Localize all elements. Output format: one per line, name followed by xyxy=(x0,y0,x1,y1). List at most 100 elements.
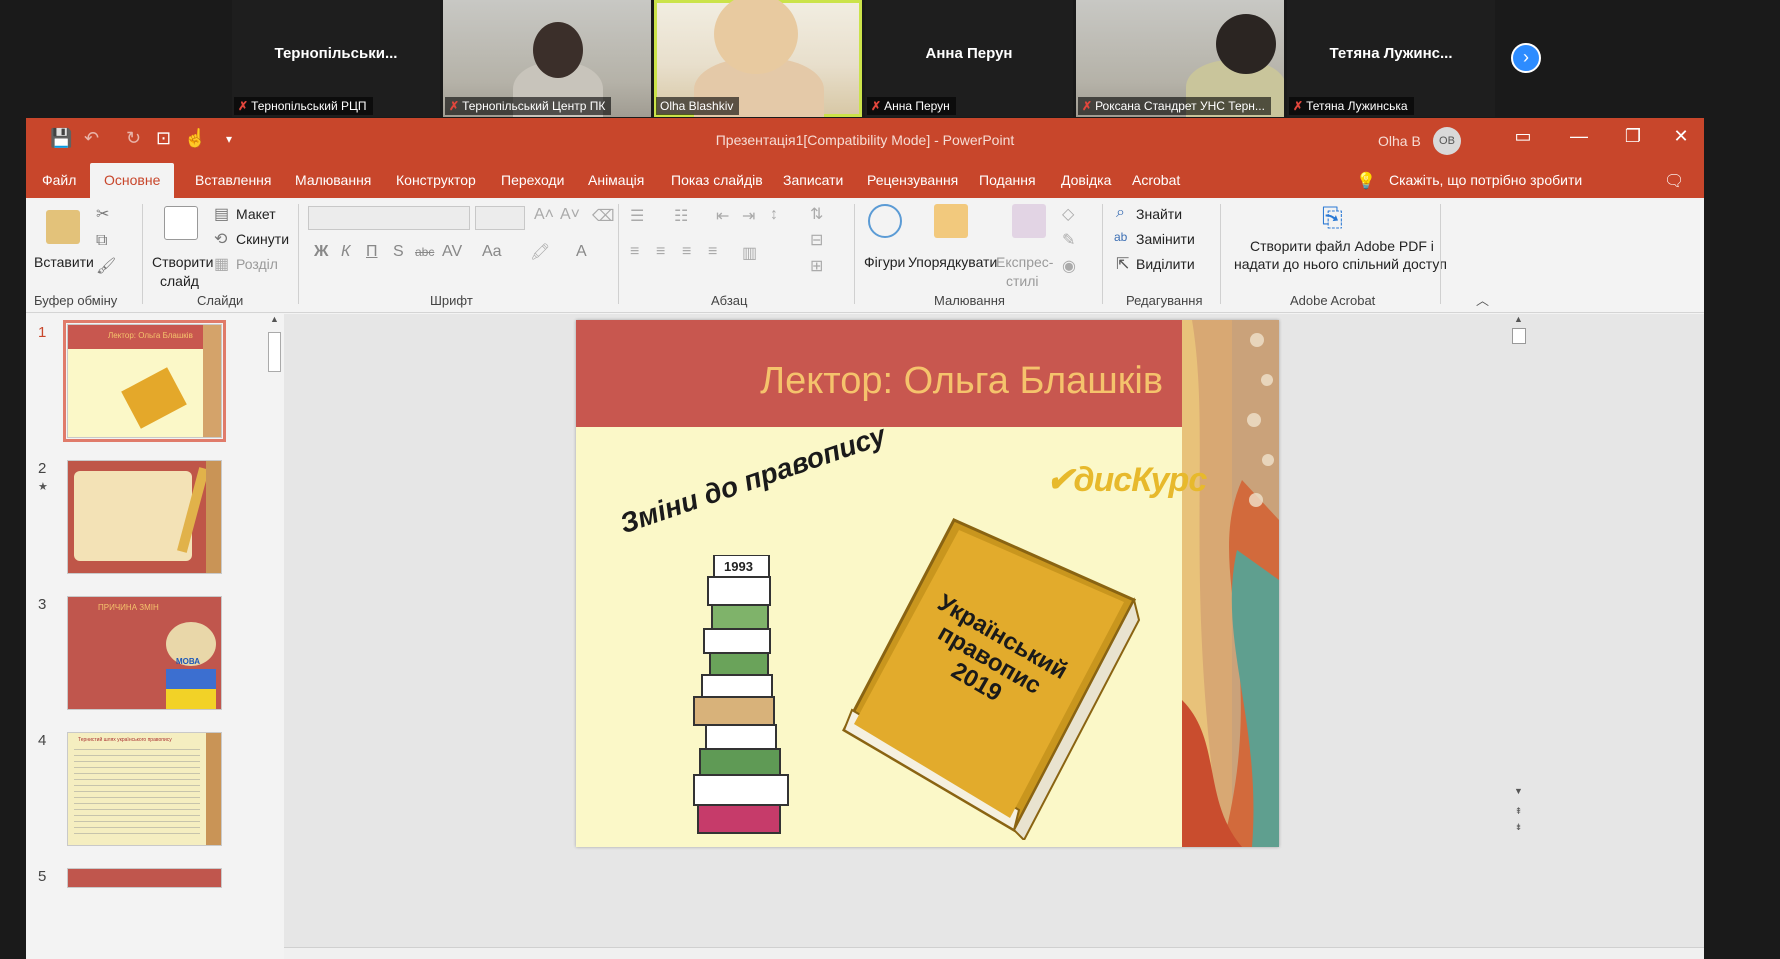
next-slide-icon[interactable]: ⇟ xyxy=(1510,822,1527,836)
bold-button[interactable]: Ж xyxy=(314,243,328,261)
quick-styles-icon[interactable] xyxy=(1012,204,1046,238)
align-right-icon[interactable]: ≡ xyxy=(682,243,691,261)
scroll-up-arrow-icon[interactable]: ▲ xyxy=(266,314,283,328)
format-painter-icon[interactable]: 🖌 xyxy=(96,256,116,276)
tab-draw[interactable]: Малювання xyxy=(281,163,385,198)
ribbon-display-options-icon[interactable]: ▭ xyxy=(1508,126,1538,147)
adobe-create-share-button[interactable]: Створити файл Adobe PDF і xyxy=(1250,238,1434,254)
decrease-indent-icon[interactable]: ⇤ xyxy=(716,206,729,226)
shape-outline-icon[interactable]: ✎ xyxy=(1062,230,1075,250)
replace-button[interactable]: Замінити xyxy=(1136,231,1195,247)
find-button[interactable]: Знайти xyxy=(1136,206,1182,222)
shapes-button[interactable]: Фігури xyxy=(864,254,905,270)
font-family-select[interactable] xyxy=(308,206,470,230)
comments-icon[interactable]: 🗨 xyxy=(1664,171,1684,191)
smartart-icon[interactable]: ⊞ xyxy=(810,256,823,276)
font-size-select[interactable] xyxy=(475,206,525,230)
line-spacing-icon[interactable]: ↕ xyxy=(770,206,778,224)
tab-acrobat[interactable]: Acrobat xyxy=(1118,163,1194,198)
character-spacing-button[interactable]: AV xyxy=(442,243,462,261)
scrollbar-thumb[interactable] xyxy=(268,332,281,372)
shapes-icon[interactable] xyxy=(868,204,902,238)
book-year-label: 1993 xyxy=(724,559,753,574)
scroll-down-arrow-icon[interactable]: ▼ xyxy=(1510,786,1527,800)
account-name[interactable]: Olha B xyxy=(1378,133,1421,149)
section-button[interactable]: Розділ xyxy=(236,256,278,272)
clear-formatting-icon[interactable]: ⌫ xyxy=(592,206,615,226)
tab-transitions[interactable]: Переходи xyxy=(487,163,578,198)
close-button[interactable]: ✕ xyxy=(1666,126,1696,147)
tab-insert[interactable]: Вставлення xyxy=(181,163,286,198)
paste-button[interactable]: Вставити xyxy=(34,254,94,270)
slide-number: 2 xyxy=(38,460,47,477)
copy-icon[interactable]: ⧉ xyxy=(96,232,107,250)
arrange-icon[interactable] xyxy=(934,204,968,238)
align-text-icon[interactable]: ⊟ xyxy=(810,230,823,250)
slide-thumbnail[interactable] xyxy=(67,460,222,574)
scrollbar-thumb[interactable] xyxy=(1512,328,1526,344)
text-direction-icon[interactable]: ⇅ xyxy=(810,204,823,224)
slide-thumbnail[interactable] xyxy=(67,868,222,888)
font-color-button[interactable]: A xyxy=(576,243,587,261)
restore-button[interactable]: ❐ xyxy=(1618,126,1648,147)
grow-font-icon[interactable]: A˄ xyxy=(534,206,554,224)
columns-icon[interactable]: ▥ xyxy=(742,243,757,263)
slide-scrollbar[interactable]: ▲ ▼ ⇞ ⇟ xyxy=(1510,314,1528,874)
current-slide[interactable]: Лектор: Ольга Блашків ✔дисКурс Зміни до … xyxy=(576,320,1279,847)
shrink-font-icon[interactable]: A˅ xyxy=(560,206,580,224)
shape-fill-icon[interactable]: ◇ xyxy=(1062,204,1074,224)
strikethrough-button[interactable]: abc xyxy=(415,245,434,259)
italic-button[interactable]: К xyxy=(341,243,350,261)
underline-button[interactable]: П xyxy=(366,243,378,261)
align-center-icon[interactable]: ≡ xyxy=(656,243,665,261)
tab-home[interactable]: Основне xyxy=(90,163,175,198)
tell-me-search[interactable]: Скажіть, що потрібно зробити xyxy=(1389,163,1582,198)
notes-pane[interactable] xyxy=(284,947,1704,959)
shape-effects-icon[interactable]: ◉ xyxy=(1062,256,1076,276)
tab-view[interactable]: Подання xyxy=(965,163,1050,198)
tab-record[interactable]: Записати xyxy=(769,163,857,198)
participant-tile[interactable]: Тетяна Лужинс... ✗ Тетяна Лужинська xyxy=(1287,0,1495,117)
tab-review[interactable]: Рецензування xyxy=(853,163,972,198)
new-slide-button[interactable]: Створити xyxy=(152,254,213,270)
tab-design[interactable]: Конструктор xyxy=(382,163,490,198)
select-button[interactable]: Виділити xyxy=(1136,256,1195,272)
tab-slideshow[interactable]: Показ слайдів xyxy=(657,163,777,198)
cut-icon[interactable]: ✂ xyxy=(96,204,109,224)
previous-slide-icon[interactable]: ⇞ xyxy=(1510,806,1527,820)
account-avatar[interactable]: OB xyxy=(1433,127,1461,155)
active-speaker-tile[interactable]: Olha Blashkiv xyxy=(654,0,862,117)
change-case-button[interactable]: Aa xyxy=(482,243,502,261)
slide-thumbnail[interactable]: Лектор: Ольга Блашків xyxy=(63,320,226,442)
shadow-button[interactable]: S xyxy=(393,243,404,261)
align-left-icon[interactable]: ≡ xyxy=(630,243,639,261)
new-slide-icon[interactable] xyxy=(164,206,198,240)
reset-button[interactable]: Скинути xyxy=(236,231,289,247)
participant-tile[interactable]: Анна Перун ✗ Анна Перун xyxy=(865,0,1073,117)
scroll-up-arrow-icon[interactable]: ▲ xyxy=(1510,314,1527,328)
slide-thumbnail[interactable]: ПРИЧИНА ЗМІН МОВА xyxy=(67,596,222,710)
bullets-icon[interactable]: ☰ xyxy=(630,206,644,226)
numbering-icon[interactable]: ☷ xyxy=(674,206,688,226)
layout-button[interactable]: Макет xyxy=(236,206,276,222)
highlight-icon[interactable]: 🖍 xyxy=(530,242,550,262)
tab-animations[interactable]: Анімація xyxy=(574,163,658,198)
paste-icon[interactable] xyxy=(46,210,80,244)
minimize-button[interactable]: — xyxy=(1564,126,1594,147)
thumb-book xyxy=(121,367,187,429)
collapse-ribbon-icon[interactable]: ︿ xyxy=(1476,290,1489,309)
next-participants-button[interactable]: › xyxy=(1511,43,1541,73)
quick-styles-button[interactable]: Експрес- xyxy=(996,254,1053,270)
tab-help[interactable]: Довідка xyxy=(1047,163,1125,198)
group-divider xyxy=(618,204,619,304)
justify-icon[interactable]: ≡ xyxy=(708,243,717,261)
participant-tile[interactable]: Тернопільськи... ✗ Тернопільський РЦП xyxy=(232,0,440,117)
brand-logo: ✔дисКурс xyxy=(1046,461,1207,499)
increase-indent-icon[interactable]: ⇥ xyxy=(742,206,755,226)
thumbnails-scrollbar[interactable]: ▲ xyxy=(266,314,283,959)
participant-video-tile[interactable]: ✗ Тернопільський Центр ПК xyxy=(443,0,651,117)
tab-file[interactable]: Файл xyxy=(28,163,90,198)
participant-video-tile[interactable]: ✗ Роксана Стандрет УНС Терн... xyxy=(1076,0,1284,117)
slide-thumbnail[interactable]: Тернистий шлях українського правопису xyxy=(67,732,222,846)
arrange-button[interactable]: Упорядкувати xyxy=(908,254,997,270)
